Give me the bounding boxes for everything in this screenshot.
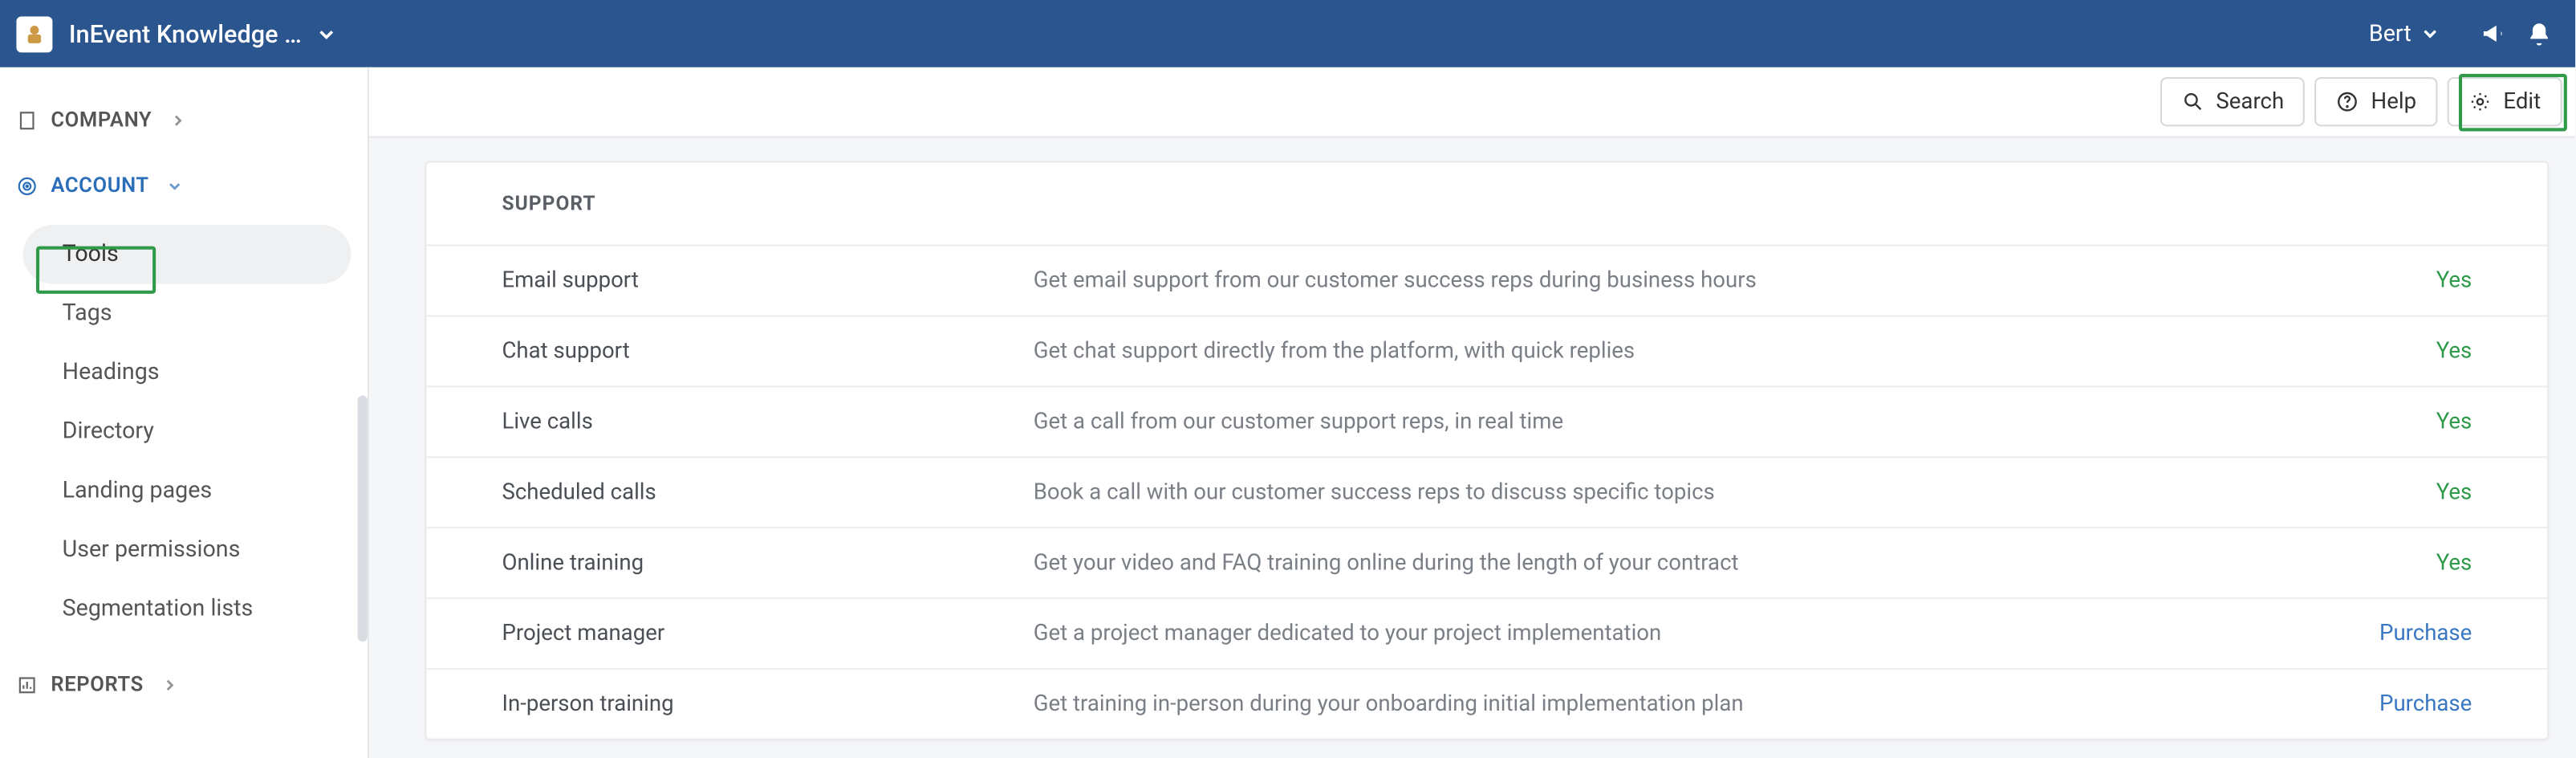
row-desc: Get a project manager dedicated to your … — [1034, 621, 2292, 647]
sidebar-section-account[interactable]: ACCOUNT — [16, 162, 351, 208]
row-desc: Book a call with our customer success re… — [1034, 479, 2292, 506]
notifications-icon[interactable] — [2516, 10, 2562, 56]
announcements-icon[interactable] — [2470, 10, 2516, 56]
help-button[interactable]: Help — [2315, 77, 2438, 126]
row-status: Yes — [2291, 267, 2472, 294]
sidebar-item-label: Headings — [63, 360, 160, 386]
sidebar-section-company[interactable]: COMPANY — [16, 97, 351, 143]
sidebar-company-label: COMPANY — [51, 108, 152, 132]
sidebar-item-label: Tools — [63, 241, 119, 267]
sidebar-item-user-permissions[interactable]: User permissions — [23, 520, 351, 580]
table-row: Chat support Get chat support directly f… — [426, 315, 2547, 385]
row-name: Chat support — [502, 338, 1033, 365]
sidebar-item-directory[interactable]: Directory — [23, 402, 351, 462]
row-desc: Get a call from our customer support rep… — [1034, 409, 2292, 435]
sidebar-item-segmentation-lists[interactable]: Segmentation lists — [23, 580, 351, 639]
sidebar-reports-label: REPORTS — [51, 672, 143, 697]
user-menu[interactable]: Bert — [2369, 21, 2441, 47]
search-button[interactable]: Search — [2160, 77, 2306, 126]
row-status: Yes — [2291, 338, 2472, 365]
row-name: Online training — [502, 550, 1033, 577]
sidebar-item-label: Segmentation lists — [63, 596, 254, 622]
row-status-purchase[interactable]: Purchase — [2291, 621, 2472, 647]
toolbar: Search Help Edit — [369, 67, 2575, 138]
row-status: Yes — [2291, 550, 2472, 577]
app-title: InEvent Knowledge … — [69, 19, 302, 49]
row-status: Yes — [2291, 479, 2472, 506]
row-name: Live calls — [502, 409, 1033, 435]
app-switcher-chevron[interactable] — [315, 22, 338, 46]
table-row: Scheduled calls Book a call with our cus… — [426, 456, 2547, 527]
sidebar-item-label: Directory — [63, 418, 154, 445]
sidebar-scrollbar[interactable] — [358, 396, 368, 642]
card-title: SUPPORT — [426, 162, 2547, 244]
row-desc: Get training in-person during your onboa… — [1034, 691, 2292, 718]
content: Search Help Edit SUPPORT Email support — [369, 67, 2575, 758]
user-name: Bert — [2369, 21, 2411, 47]
sidebar-section-reports[interactable]: REPORTS — [16, 662, 351, 707]
row-name: Scheduled calls — [502, 479, 1033, 506]
support-card: SUPPORT Email support Get email support … — [425, 161, 2549, 740]
row-status: Yes — [2291, 409, 2472, 435]
app-logo — [16, 15, 52, 51]
edit-label: Edit — [2503, 88, 2541, 115]
sidebar: COMPANY ACCOUNT Tools Tags Headings Dire… — [0, 67, 369, 758]
help-label: Help — [2371, 88, 2417, 115]
sidebar-item-landing-pages[interactable]: Landing pages — [23, 461, 351, 520]
table-row: Email support Get email support from our… — [426, 245, 2547, 316]
sidebar-item-label: Tags — [63, 300, 112, 327]
row-name: Email support — [502, 267, 1033, 294]
row-status-purchase[interactable]: Purchase — [2291, 691, 2472, 718]
table-row: In-person training Get training in-perso… — [426, 668, 2547, 739]
row-desc: Get email support from our customer succ… — [1034, 267, 2292, 294]
row-desc: Get chat support directly from the platf… — [1034, 338, 2292, 365]
sidebar-item-headings[interactable]: Headings — [23, 343, 351, 402]
sidebar-account-items: Tools Tags Headings Directory Landing pa… — [16, 225, 351, 638]
row-name: In-person training — [502, 691, 1033, 718]
row-desc: Get your video and FAQ training online d… — [1034, 550, 2292, 577]
sidebar-item-tags[interactable]: Tags — [23, 284, 351, 344]
table-row: Project manager Get a project manager de… — [426, 597, 2547, 668]
sidebar-account-label: ACCOUNT — [51, 173, 148, 198]
sidebar-item-label: Landing pages — [63, 478, 213, 504]
top-bar: InEvent Knowledge … Bert — [0, 0, 2575, 67]
sidebar-item-label: User permissions — [63, 536, 241, 563]
table-row: Online training Get your video and FAQ t… — [426, 527, 2547, 597]
edit-button[interactable]: Edit — [2448, 77, 2562, 126]
sidebar-item-tools[interactable]: Tools — [23, 225, 351, 284]
search-label: Search — [2216, 88, 2284, 115]
table-row: Live calls Get a call from our customer … — [426, 385, 2547, 456]
row-name: Project manager — [502, 621, 1033, 647]
